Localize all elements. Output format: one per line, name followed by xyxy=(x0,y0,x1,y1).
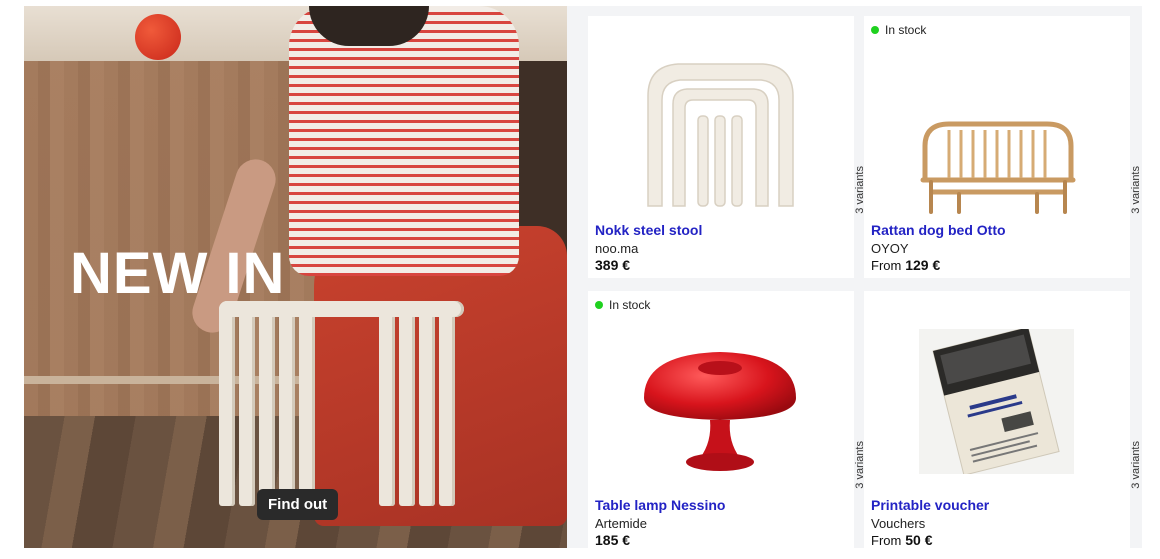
in-stock-dot-icon xyxy=(595,301,603,309)
dog-bed-image xyxy=(920,121,1076,214)
stool-image xyxy=(647,63,794,207)
product-name[interactable]: Printable voucher xyxy=(871,497,989,513)
stock-label: In stock xyxy=(609,298,651,312)
product-brand: Vouchers xyxy=(871,516,926,531)
product-price: From 129 € xyxy=(871,257,940,273)
product-name[interactable]: Rattan dog bed Otto xyxy=(871,222,1006,238)
price-value: 185 € xyxy=(595,532,631,548)
product-price: From 50 € xyxy=(871,532,932,548)
lamp-image xyxy=(644,352,796,471)
variants-label: 3 variants xyxy=(1130,166,1142,214)
product-card-rattan-dog-bed[interactable]: In stock 3 variants Rattan dog bed Otto … xyxy=(864,16,1142,278)
product-price: 389 € xyxy=(595,257,630,273)
price-prefix: From xyxy=(871,258,902,273)
price-prefix: From xyxy=(871,533,902,548)
hero-red-ball xyxy=(135,14,181,60)
voucher-image xyxy=(919,329,1074,474)
stock-status: In stock xyxy=(595,298,650,312)
product-card-nokk-stool[interactable]: 3 variants Nokk steel stool noo.ma 389 € xyxy=(588,16,866,278)
price-value: 129 € xyxy=(905,257,941,273)
product-card-printable-voucher[interactable]: 3 variants Printable voucher Vouchers Fr… xyxy=(864,291,1142,553)
find-out-button[interactable]: Find out xyxy=(257,489,339,520)
hero-model-shirt xyxy=(289,6,519,276)
in-stock-dot-icon xyxy=(871,26,879,34)
stock-status: In stock xyxy=(871,23,926,37)
product-brand: OYOY xyxy=(871,241,909,256)
variants-label: 3 variants xyxy=(1130,441,1142,489)
product-price: 185 € xyxy=(595,532,630,548)
price-value: 389 € xyxy=(595,257,631,273)
product-brand: noo.ma xyxy=(595,241,639,256)
hero-stool xyxy=(219,301,464,506)
product-brand: Artemide xyxy=(595,516,648,531)
product-card-table-lamp[interactable]: In stock 3 variants Table lamp Nessino A… xyxy=(588,291,866,553)
stock-label: In stock xyxy=(885,23,927,37)
price-value: 50 € xyxy=(905,532,933,548)
product-name[interactable]: Table lamp Nessino xyxy=(595,497,725,513)
product-name[interactable]: Nokk steel stool xyxy=(595,222,702,238)
hero-title: NEW IN xyxy=(70,241,286,306)
